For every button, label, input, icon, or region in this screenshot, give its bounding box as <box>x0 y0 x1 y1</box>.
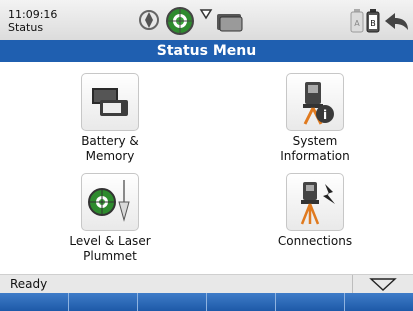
connections-icon <box>286 173 344 231</box>
softkey-5[interactable] <box>276 293 345 311</box>
system-info-icon: i <box>286 73 344 131</box>
battery-memory-icon <box>81 73 139 131</box>
battery-memory-label-2: Memory <box>85 149 135 163</box>
system-info-label-2: Information <box>280 149 350 163</box>
battery-memory-tile[interactable]: Battery & Memory <box>40 73 180 164</box>
system-information-tile[interactable]: i System Information <box>245 73 385 164</box>
target-icon[interactable] <box>165 6 195 40</box>
level-laser-label-2: Plummet <box>83 249 137 263</box>
connections-tile[interactable]: Connections <box>245 173 385 249</box>
status-menu-grid: Battery & Memory i System Information Le… <box>0 62 413 272</box>
top-status-bar: 11:09:16 Status A B <box>0 0 413 40</box>
controller-icon[interactable] <box>216 13 244 37</box>
time-label: 11:09:16 <box>8 8 58 21</box>
svg-text:i: i <box>323 108 327 122</box>
dropdown-button[interactable] <box>352 275 413 294</box>
softkey-6[interactable] <box>345 293 413 311</box>
status-text: Ready <box>10 277 48 291</box>
clock: 11:09:16 Status <box>8 8 57 34</box>
prism-marker-icon[interactable] <box>199 5 213 24</box>
softkey-3[interactable] <box>138 293 207 311</box>
softkey-2[interactable] <box>69 293 138 311</box>
instrument-icon[interactable] <box>138 9 160 35</box>
level-laser-label-1: Level & Laser <box>69 234 151 248</box>
battery-b-icon[interactable]: B <box>366 9 380 37</box>
battery-memory-label-1: Battery & <box>81 134 139 148</box>
svg-text:A: A <box>354 19 360 28</box>
softkey-bar <box>0 293 413 311</box>
back-arrow-icon[interactable] <box>384 12 410 36</box>
page-title: Status Menu <box>0 40 413 62</box>
footer-status-line: Ready <box>0 274 413 294</box>
system-info-label-1: System <box>292 134 338 148</box>
level-laser-plummet-icon <box>81 173 139 231</box>
context-label: Status <box>8 21 44 34</box>
level-laser-plummet-tile[interactable]: Level & Laser Plummet <box>40 173 180 264</box>
softkey-4[interactable] <box>207 293 276 311</box>
svg-text:B: B <box>370 19 376 28</box>
battery-a-icon[interactable]: A <box>350 9 364 37</box>
triangle-down-icon <box>369 278 397 291</box>
connections-label: Connections <box>277 234 353 248</box>
softkey-1[interactable] <box>0 293 69 311</box>
